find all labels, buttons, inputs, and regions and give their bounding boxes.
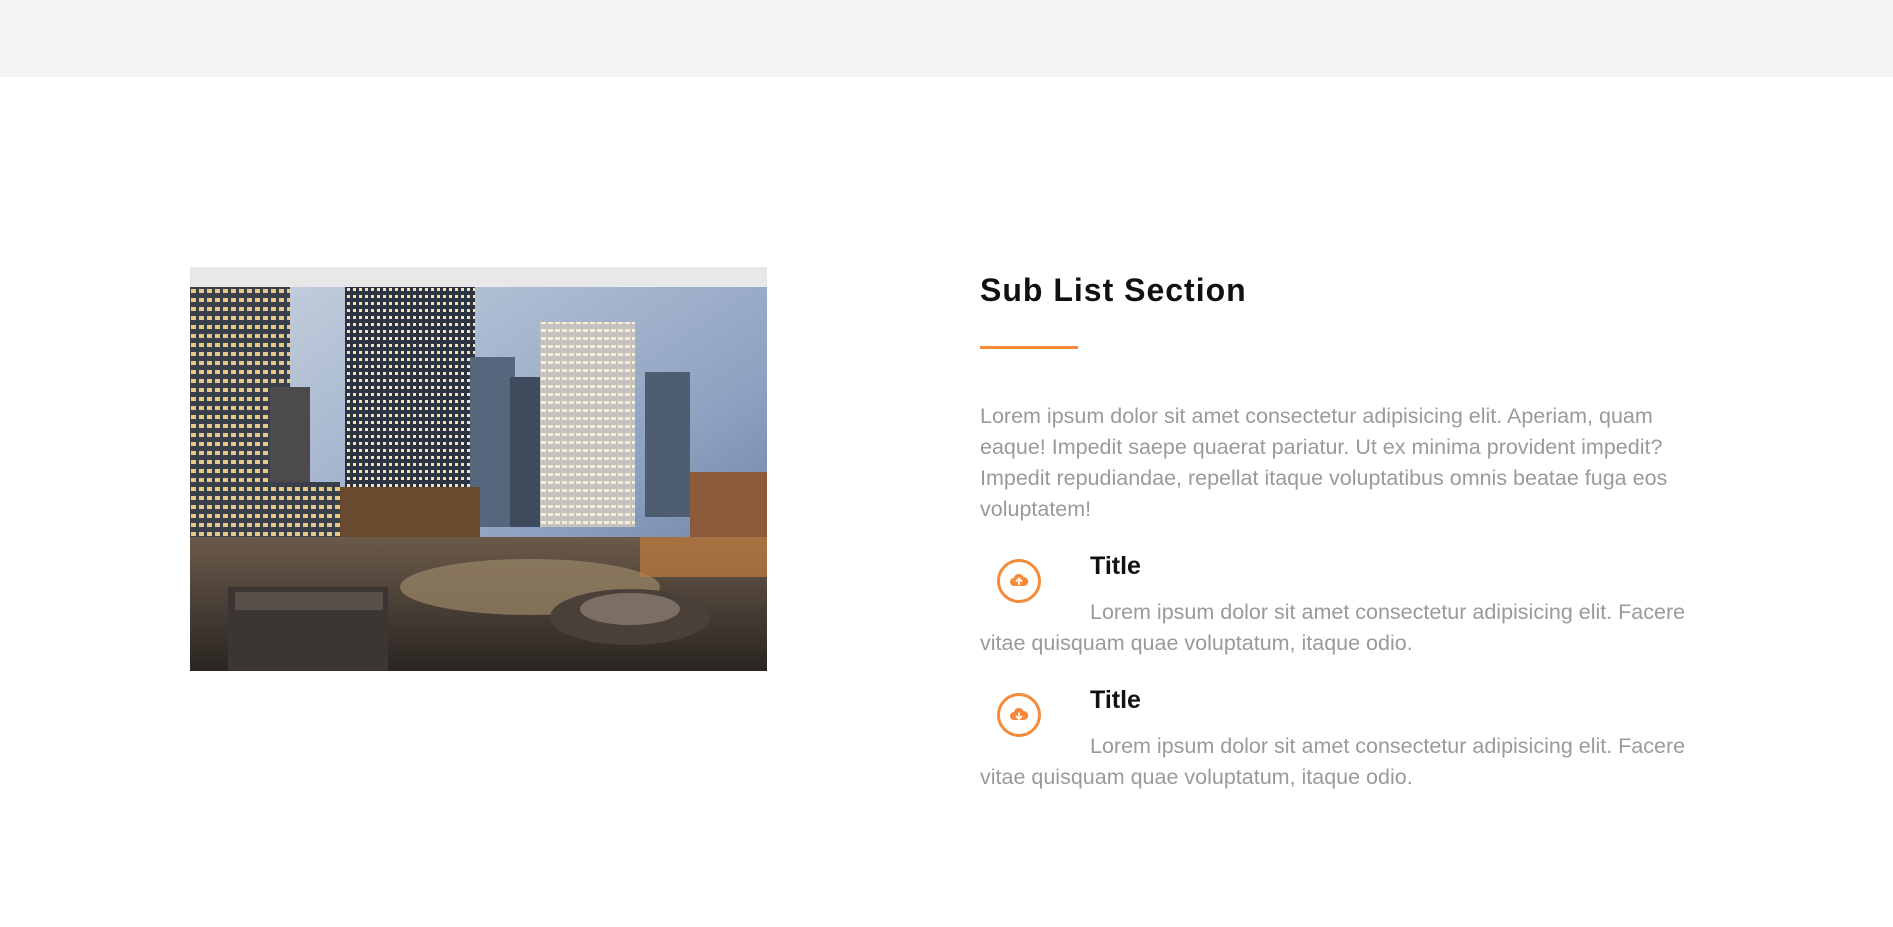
title-divider xyxy=(980,346,1078,349)
top-bar xyxy=(0,0,1893,77)
section-title: Sub List Section xyxy=(980,272,1247,308)
item-description: Lorem ipsum dolor sit amet consectetur a… xyxy=(980,734,1686,789)
item-title: Title xyxy=(1090,552,1141,580)
sub-list-section: Sub List Section Lorem ipsum dolor sit a… xyxy=(980,268,1720,789)
city-skyline-photo xyxy=(190,267,767,671)
item-title: Title xyxy=(1090,686,1141,714)
item-description: Lorem ipsum dolor sit amet consectetur a… xyxy=(980,600,1686,655)
section-intro: Lorem ipsum dolor sit amet consectetur a… xyxy=(980,404,1668,521)
